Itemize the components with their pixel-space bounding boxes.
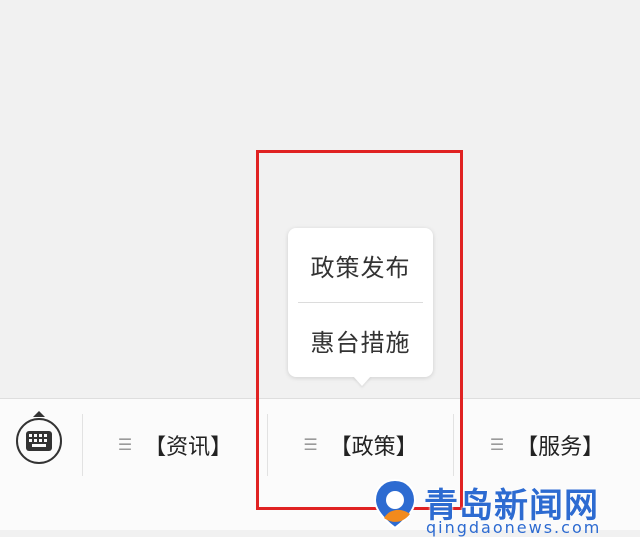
keyboard-toggle-button[interactable] [16,418,62,464]
menu-tab-label: 【服务】 [516,435,605,460]
submenu-divider [298,302,423,303]
menu-tab-service[interactable]: ☰ 【服务】 [454,414,640,476]
submenu-item-taiwan-benefit-measures[interactable]: 惠台措施 [288,304,433,376]
qingdao-news-logo-icon [373,478,417,530]
keyboard-caret-icon [33,411,45,417]
menu-lines-icon: ☰ [303,435,318,454]
menu-tab-policy[interactable]: ☰ 【政策】 [268,414,453,476]
submenu-item-policy-release[interactable]: 政策发布 [288,229,433,301]
keyboard-icon [26,431,52,451]
popup-arrow [353,376,371,386]
menu-lines-icon: ☰ [489,435,505,454]
menu-tab-news[interactable]: ☰ 【资讯】 [83,414,267,476]
watermark: 青岛新闻网 qingdaonews.com [370,476,640,537]
submenu-popup: 政策发布 惠台措施 [288,228,433,377]
menu-tab-label: 【政策】 [329,435,418,460]
watermark-url: qingdaonews.com [426,518,602,537]
menu-lines-icon: ☰ [117,435,133,454]
menu-tab-label: 【资讯】 [144,435,233,460]
